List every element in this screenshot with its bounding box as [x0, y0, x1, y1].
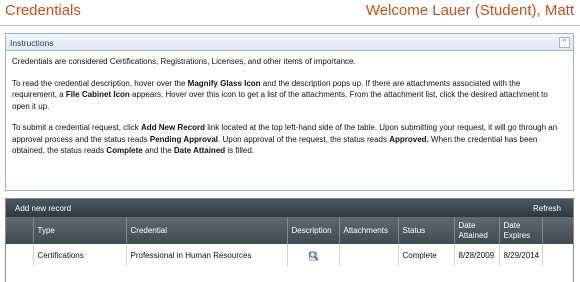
instructions-title: Instructions	[10, 38, 54, 48]
cell-expand	[6, 244, 33, 266]
grid-command-bar: Add new record Refresh	[6, 199, 573, 217]
magnify-glass-icon[interactable]	[308, 250, 319, 261]
page-title: Credentials	[5, 2, 81, 19]
table-row[interactable]: Certifications Professional in Human Res…	[6, 244, 573, 266]
cell-date-attained: 8/28/2009	[453, 244, 499, 266]
instructions-paragraph: To read the credential description, hove…	[12, 78, 548, 111]
cell-type: Certifications	[32, 244, 126, 266]
instructions-panel: Instructions ^ Credentials are considere…	[5, 33, 574, 191]
instructions-header[interactable]: Instructions ^	[6, 34, 573, 51]
page-header: Credentials Welcome Lauer (Student), Mat…	[0, 0, 580, 26]
cell-description	[286, 244, 339, 266]
collapse-icon[interactable]: ^	[559, 37, 570, 48]
column-header-description[interactable]: Description	[286, 217, 339, 244]
cell-status: Complete	[397, 244, 454, 266]
add-new-record-link[interactable]: Add new record	[15, 204, 71, 213]
column-header-expand[interactable]	[6, 217, 33, 244]
column-header-attachments[interactable]: Attachments	[338, 217, 398, 244]
cell-actions	[541, 244, 573, 266]
table-header-row: Type Credential Description Attachments …	[6, 217, 573, 244]
cell-credential: Professional in Human Resources	[125, 244, 287, 266]
credentials-table: Type Credential Description Attachments …	[6, 217, 573, 266]
column-header-date-attained[interactable]: Date Attained	[453, 217, 499, 244]
column-header-credential[interactable]: Credential	[125, 217, 287, 244]
welcome-text: Welcome Lauer (Student), Matt	[365, 2, 574, 19]
instructions-body: Credentials are considered Certification…	[6, 51, 573, 157]
instructions-paragraph: Credentials are considered Certification…	[12, 57, 356, 66]
column-header-type[interactable]: Type	[32, 217, 126, 244]
cell-attachments	[338, 244, 398, 266]
cell-date-expires: 8/29/2014	[498, 244, 542, 266]
column-header-actions	[541, 217, 573, 244]
column-header-status[interactable]: Status	[397, 217, 454, 244]
instructions-paragraph: To submit a credential request, click Ad…	[12, 123, 558, 155]
credentials-grid: Add new record Refresh Type Credential D…	[5, 198, 574, 282]
refresh-link[interactable]: Refresh	[533, 204, 561, 213]
column-header-date-expires[interactable]: Date Expires	[498, 217, 542, 244]
